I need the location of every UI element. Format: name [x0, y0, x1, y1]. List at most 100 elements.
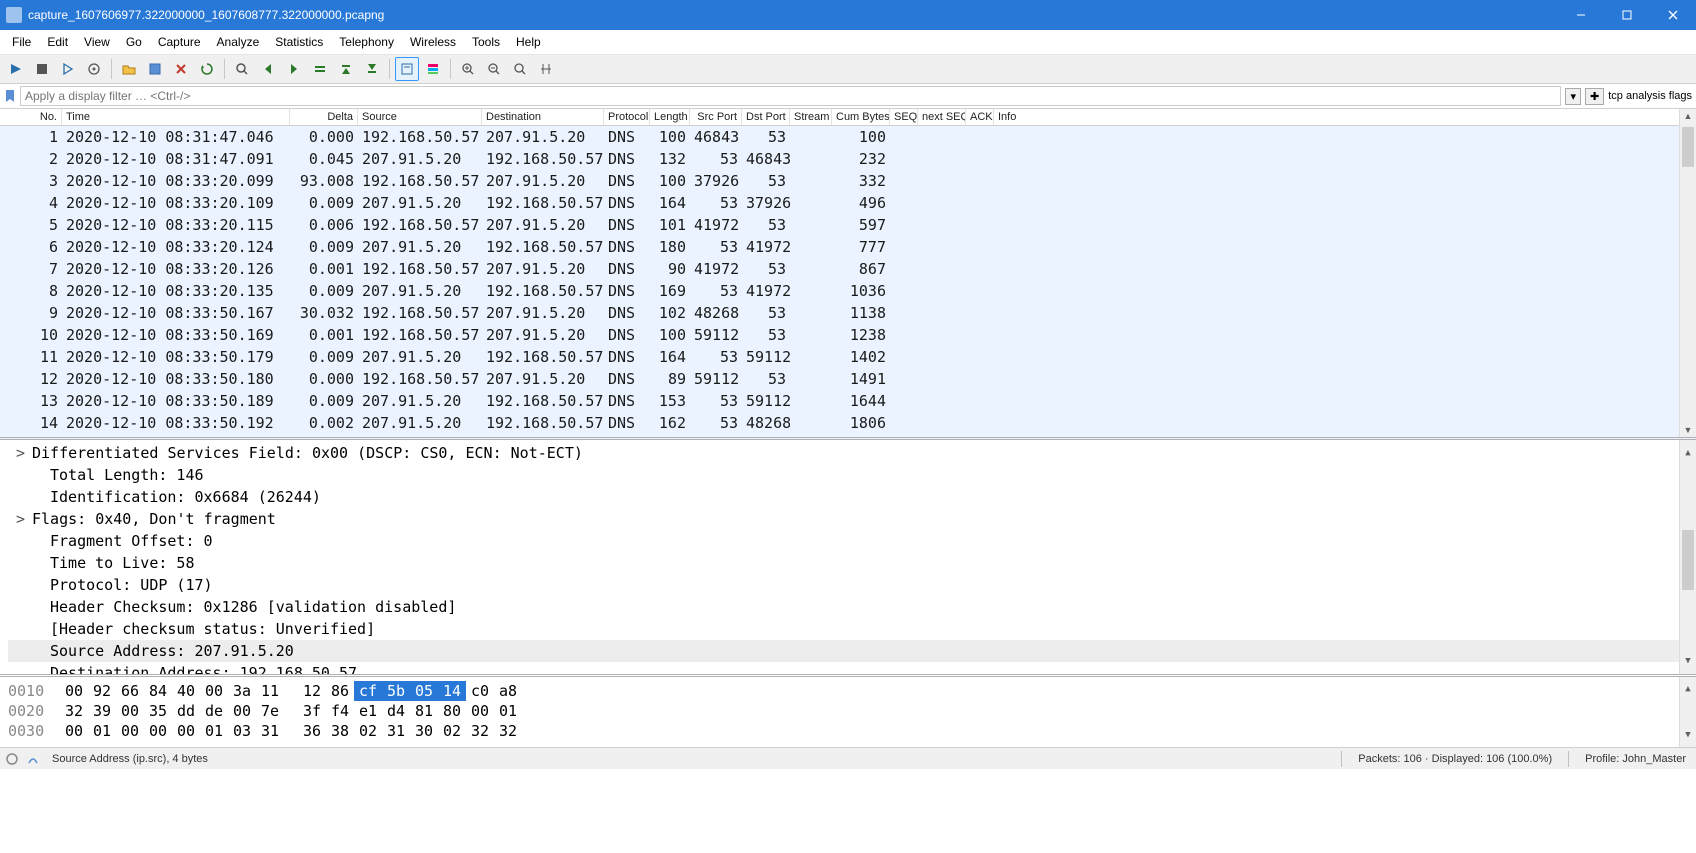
- go-forward-icon[interactable]: [282, 57, 306, 81]
- status-packet-count: Packets: 106 · Displayed: 106 (100.0%): [1354, 753, 1556, 765]
- packet-details-pane[interactable]: >Differentiated Services Field: 0x00 (DS…: [0, 440, 1696, 677]
- restart-capture-icon[interactable]: [56, 57, 80, 81]
- hex-row[interactable]: 002032390035ddde007e3ff4e1d481800001: [8, 701, 1688, 721]
- filter-preset-button[interactable]: tcp analysis flags: [1608, 90, 1692, 102]
- separator: [450, 59, 451, 79]
- detail-row[interactable]: Destination Address: 192.168.50.57: [8, 662, 1696, 677]
- col-cumbytes: Cum Bytes: [832, 109, 890, 125]
- autoscroll-icon[interactable]: [395, 57, 419, 81]
- separator: [111, 59, 112, 79]
- detail-row[interactable]: Header Checksum: 0x1286 [validation disa…: [8, 596, 1696, 618]
- detail-row[interactable]: >Differentiated Services Field: 0x00 (DS…: [8, 442, 1696, 464]
- bytes-scrollbar[interactable]: ▲ ▼: [1679, 677, 1696, 747]
- menu-analyze[interactable]: Analyze: [209, 33, 268, 51]
- menu-statistics[interactable]: Statistics: [267, 33, 331, 51]
- table-row[interactable]: 62020-12-10 08:33:20.1240.009207.91.5.20…: [0, 236, 1696, 258]
- separator: [389, 59, 390, 79]
- detail-row[interactable]: Source Address: 207.91.5.20: [8, 640, 1696, 662]
- menu-help[interactable]: Help: [508, 33, 549, 51]
- detail-row[interactable]: >Flags: 0x40, Don't fragment: [8, 508, 1696, 530]
- col-info: Info: [994, 109, 1696, 125]
- separator: [224, 59, 225, 79]
- table-row[interactable]: 32020-12-10 08:33:20.09993.008192.168.50…: [0, 170, 1696, 192]
- go-back-icon[interactable]: [256, 57, 280, 81]
- table-row[interactable]: 22020-12-10 08:31:47.0910.045207.91.5.20…: [0, 148, 1696, 170]
- col-source: Source: [358, 109, 482, 125]
- table-row[interactable]: 72020-12-10 08:33:20.1260.001192.168.50.…: [0, 258, 1696, 280]
- goto-last-icon[interactable]: [360, 57, 384, 81]
- table-row[interactable]: 42020-12-10 08:33:20.1090.009207.91.5.20…: [0, 192, 1696, 214]
- table-row[interactable]: 112020-12-10 08:33:50.1790.009207.91.5.2…: [0, 346, 1696, 368]
- menu-capture[interactable]: Capture: [150, 33, 209, 51]
- details-scrollbar[interactable]: ▲ ▼: [1679, 440, 1696, 674]
- table-row[interactable]: 152020-12-10 08:33:50.1920.000192.168.50…: [0, 434, 1696, 437]
- expert-info-icon[interactable]: [26, 753, 40, 765]
- zoom-in-icon[interactable]: [456, 57, 480, 81]
- menu-wireless[interactable]: Wireless: [402, 33, 464, 51]
- packet-bytes-pane[interactable]: 00100092668440003a111286cf5b0514c0a80020…: [0, 677, 1696, 747]
- table-row[interactable]: 132020-12-10 08:33:50.1890.009207.91.5.2…: [0, 390, 1696, 412]
- table-row[interactable]: 142020-12-10 08:33:50.1920.002207.91.5.2…: [0, 412, 1696, 434]
- filter-add-button[interactable]: ✚: [1585, 88, 1604, 105]
- status-bar: Source Address (ip.src), 4 bytes Packets…: [0, 747, 1696, 769]
- status-circle-icon: [6, 753, 18, 765]
- filter-expression-button[interactable]: ▾: [1565, 88, 1581, 105]
- open-file-icon[interactable]: [117, 57, 141, 81]
- window-controls: [1558, 0, 1696, 30]
- save-file-icon[interactable]: [143, 57, 167, 81]
- col-seq: SEQ: [890, 109, 918, 125]
- start-capture-icon[interactable]: [4, 57, 28, 81]
- capture-options-icon[interactable]: [82, 57, 106, 81]
- minimize-button[interactable]: [1558, 0, 1604, 30]
- menu-telephony[interactable]: Telephony: [331, 33, 402, 51]
- reload-icon[interactable]: [195, 57, 219, 81]
- goto-first-icon[interactable]: [334, 57, 358, 81]
- packet-list-header[interactable]: No. Time Delta Source Destination Protoc…: [0, 109, 1696, 126]
- col-stream: Stream: [790, 109, 832, 125]
- table-row[interactable]: 52020-12-10 08:33:20.1150.006192.168.50.…: [0, 214, 1696, 236]
- status-profile[interactable]: Profile: John_Master: [1581, 753, 1690, 765]
- bookmark-icon[interactable]: [4, 89, 16, 103]
- table-row[interactable]: 102020-12-10 08:33:50.1690.001192.168.50…: [0, 324, 1696, 346]
- detail-row[interactable]: Identification: 0x6684 (26244): [8, 486, 1696, 508]
- scroll-thumb[interactable]: [1682, 127, 1694, 167]
- resize-columns-icon[interactable]: [534, 57, 558, 81]
- close-button[interactable]: [1650, 0, 1696, 30]
- menu-view[interactable]: View: [76, 33, 118, 51]
- menu-file[interactable]: File: [4, 33, 39, 51]
- menu-edit[interactable]: Edit: [39, 33, 76, 51]
- detail-row[interactable]: Total Length: 146: [8, 464, 1696, 486]
- stop-capture-icon[interactable]: [30, 57, 54, 81]
- table-row[interactable]: 82020-12-10 08:33:20.1350.009207.91.5.20…: [0, 280, 1696, 302]
- window-title: capture_1607606977.322000000_1607608777.…: [28, 8, 1558, 22]
- scroll-up-icon[interactable]: ▲: [1680, 111, 1696, 121]
- hex-row[interactable]: 003000010000000103313638023130023232: [8, 721, 1688, 741]
- menu-go[interactable]: Go: [118, 33, 150, 51]
- zoom-out-icon[interactable]: [482, 57, 506, 81]
- col-nextseq: next SEQ: [918, 109, 966, 125]
- detail-row[interactable]: Protocol: UDP (17): [8, 574, 1696, 596]
- col-delta: Delta: [290, 109, 358, 125]
- packet-list-body[interactable]: 12020-12-10 08:31:47.0460.000192.168.50.…: [0, 126, 1696, 437]
- hex-row[interactable]: 00100092668440003a111286cf5b0514c0a8: [8, 681, 1688, 701]
- menu-tools[interactable]: Tools: [464, 33, 508, 51]
- maximize-button[interactable]: [1604, 0, 1650, 30]
- menubar: File Edit View Go Capture Analyze Statis…: [0, 30, 1696, 55]
- zoom-reset-icon[interactable]: [508, 57, 532, 81]
- scroll-down-icon[interactable]: ▼: [1680, 425, 1696, 435]
- colorize-icon[interactable]: [421, 57, 445, 81]
- table-row[interactable]: 92020-12-10 08:33:50.16730.032192.168.50…: [0, 302, 1696, 324]
- find-packet-icon[interactable]: [230, 57, 254, 81]
- packet-list-pane: No. Time Delta Source Destination Protoc…: [0, 109, 1696, 440]
- col-protocol: Protocol: [604, 109, 650, 125]
- table-row[interactable]: 12020-12-10 08:31:47.0460.000192.168.50.…: [0, 126, 1696, 148]
- col-srcport: Src Port: [690, 109, 742, 125]
- table-row[interactable]: 122020-12-10 08:33:50.1800.000192.168.50…: [0, 368, 1696, 390]
- packet-list-scrollbar[interactable]: ▲ ▼: [1679, 109, 1696, 437]
- detail-row[interactable]: [Header checksum status: Unverified]: [8, 618, 1696, 640]
- detail-row[interactable]: Fragment Offset: 0: [8, 530, 1696, 552]
- close-file-icon[interactable]: [169, 57, 193, 81]
- detail-row[interactable]: Time to Live: 58: [8, 552, 1696, 574]
- goto-packet-icon[interactable]: [308, 57, 332, 81]
- display-filter-input[interactable]: [20, 86, 1561, 106]
